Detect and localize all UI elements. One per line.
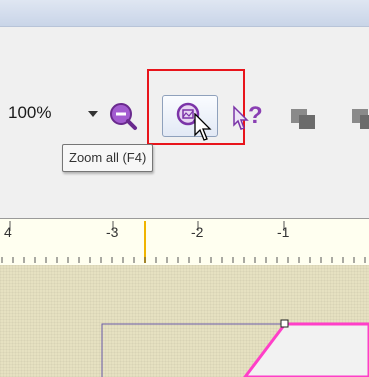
embroidery-shape xyxy=(243,322,369,377)
design-canvas[interactable] xyxy=(0,265,369,377)
copy-icon[interactable] xyxy=(350,107,369,131)
ruler-label: -3 xyxy=(106,224,119,240)
ruler-label: 4 xyxy=(4,224,12,240)
ruler-label: -1 xyxy=(277,224,290,240)
zoom-dropdown-arrow-icon[interactable] xyxy=(88,111,98,117)
zoom-out-icon[interactable] xyxy=(108,101,138,131)
window-title-bar xyxy=(0,0,369,27)
toolbar: 100% ? Zoom all (F4) xyxy=(0,27,369,217)
ruler-ticks xyxy=(1,221,366,263)
copy-icon[interactable] xyxy=(289,107,321,131)
resize-handle xyxy=(280,319,289,328)
mouse-cursor-icon xyxy=(194,113,212,141)
zoom-all-tooltip: Zoom all (F4) xyxy=(62,144,154,172)
horizontal-ruler: 4 -3 -2 -1 xyxy=(0,218,369,266)
canvas-shapes xyxy=(101,319,369,377)
svg-text:?: ? xyxy=(248,102,263,129)
help-pointer-icon[interactable]: ? xyxy=(232,99,266,135)
zoom-level-select[interactable]: 100% xyxy=(8,103,51,123)
ruler-label: -2 xyxy=(191,224,204,240)
